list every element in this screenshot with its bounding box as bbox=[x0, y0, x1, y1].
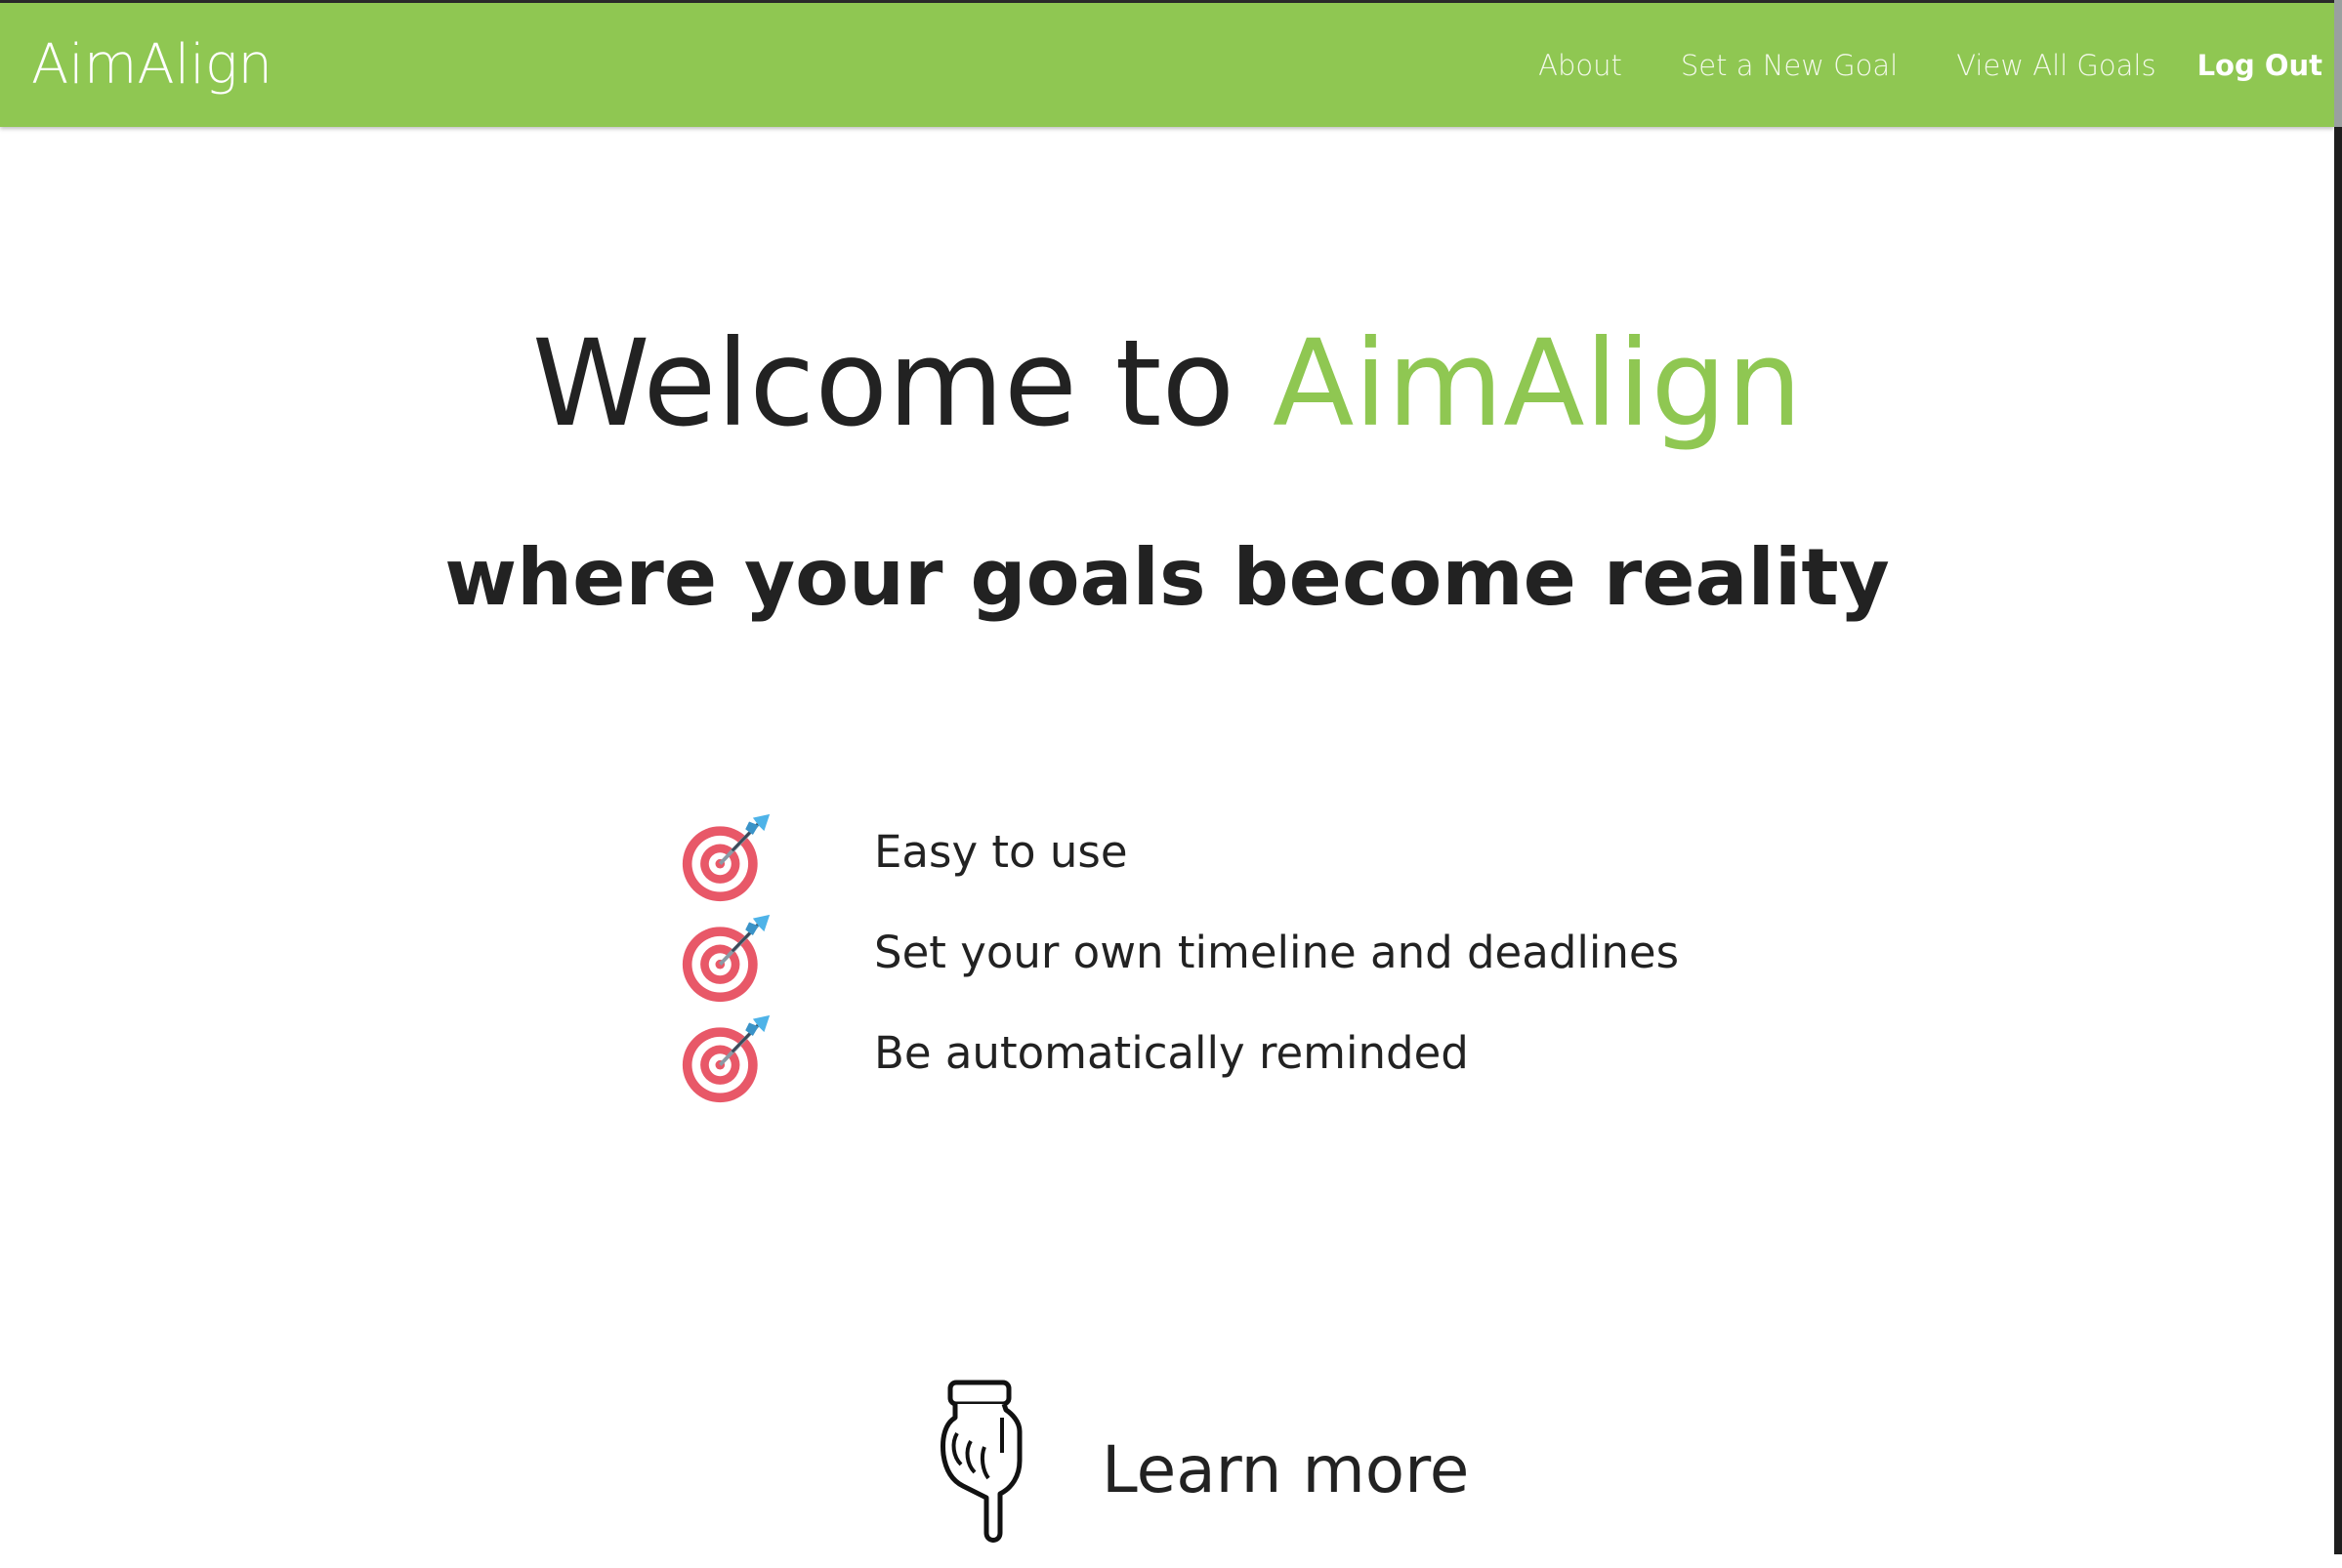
learn-more-link[interactable]: Learn more bbox=[938, 1379, 1621, 1554]
nav-links: About Set a New Goal View All Goals Log … bbox=[1480, 3, 2322, 127]
brand-logo[interactable]: AimAlign bbox=[31, 3, 272, 127]
dart-target-icon bbox=[682, 813, 771, 902]
window-right-edge-top bbox=[2334, 0, 2342, 127]
hero-title-prefix: Welcome to bbox=[531, 314, 1273, 453]
nav-link-about[interactable]: About bbox=[1538, 49, 1622, 82]
nav-link-view-all-goals[interactable]: View All Goals bbox=[1956, 49, 2155, 82]
window-corner bbox=[0, 1541, 27, 1568]
hero-title-accent: AimAlign bbox=[1272, 314, 1803, 453]
navbar: AimAlign About Set a New Goal View All G… bbox=[0, 3, 2334, 127]
hero-title: Welcome to AimAlign bbox=[0, 312, 2334, 455]
window-right-edge bbox=[2334, 0, 2342, 1554]
dart-target-icon bbox=[682, 914, 771, 1003]
feature-label: Set your own timeline and deadlines bbox=[874, 927, 1680, 978]
dart-target-icon bbox=[682, 1014, 771, 1103]
feature-label: Easy to use bbox=[874, 826, 1128, 878]
pointing-down-hand-icon bbox=[941, 1380, 1023, 1543]
feature-item: Be automatically reminded bbox=[680, 1011, 2047, 1112]
feature-item: Easy to use bbox=[680, 810, 2047, 911]
nav-link-log-out[interactable]: Log Out bbox=[2197, 49, 2322, 82]
feature-list: Easy to use Set your own timeline and de… bbox=[680, 810, 2047, 1112]
main-content: Welcome to AimAlign where your goals bec… bbox=[0, 127, 2334, 1554]
hero-subtitle: where your goals become reality bbox=[444, 532, 1890, 623]
feature-item: Set your own timeline and deadlines bbox=[680, 911, 2047, 1011]
feature-label: Be automatically reminded bbox=[874, 1027, 1469, 1079]
learn-more-label: Learn more bbox=[1102, 1432, 1470, 1507]
nav-link-set-new-goal[interactable]: Set a New Goal bbox=[1681, 49, 1898, 82]
